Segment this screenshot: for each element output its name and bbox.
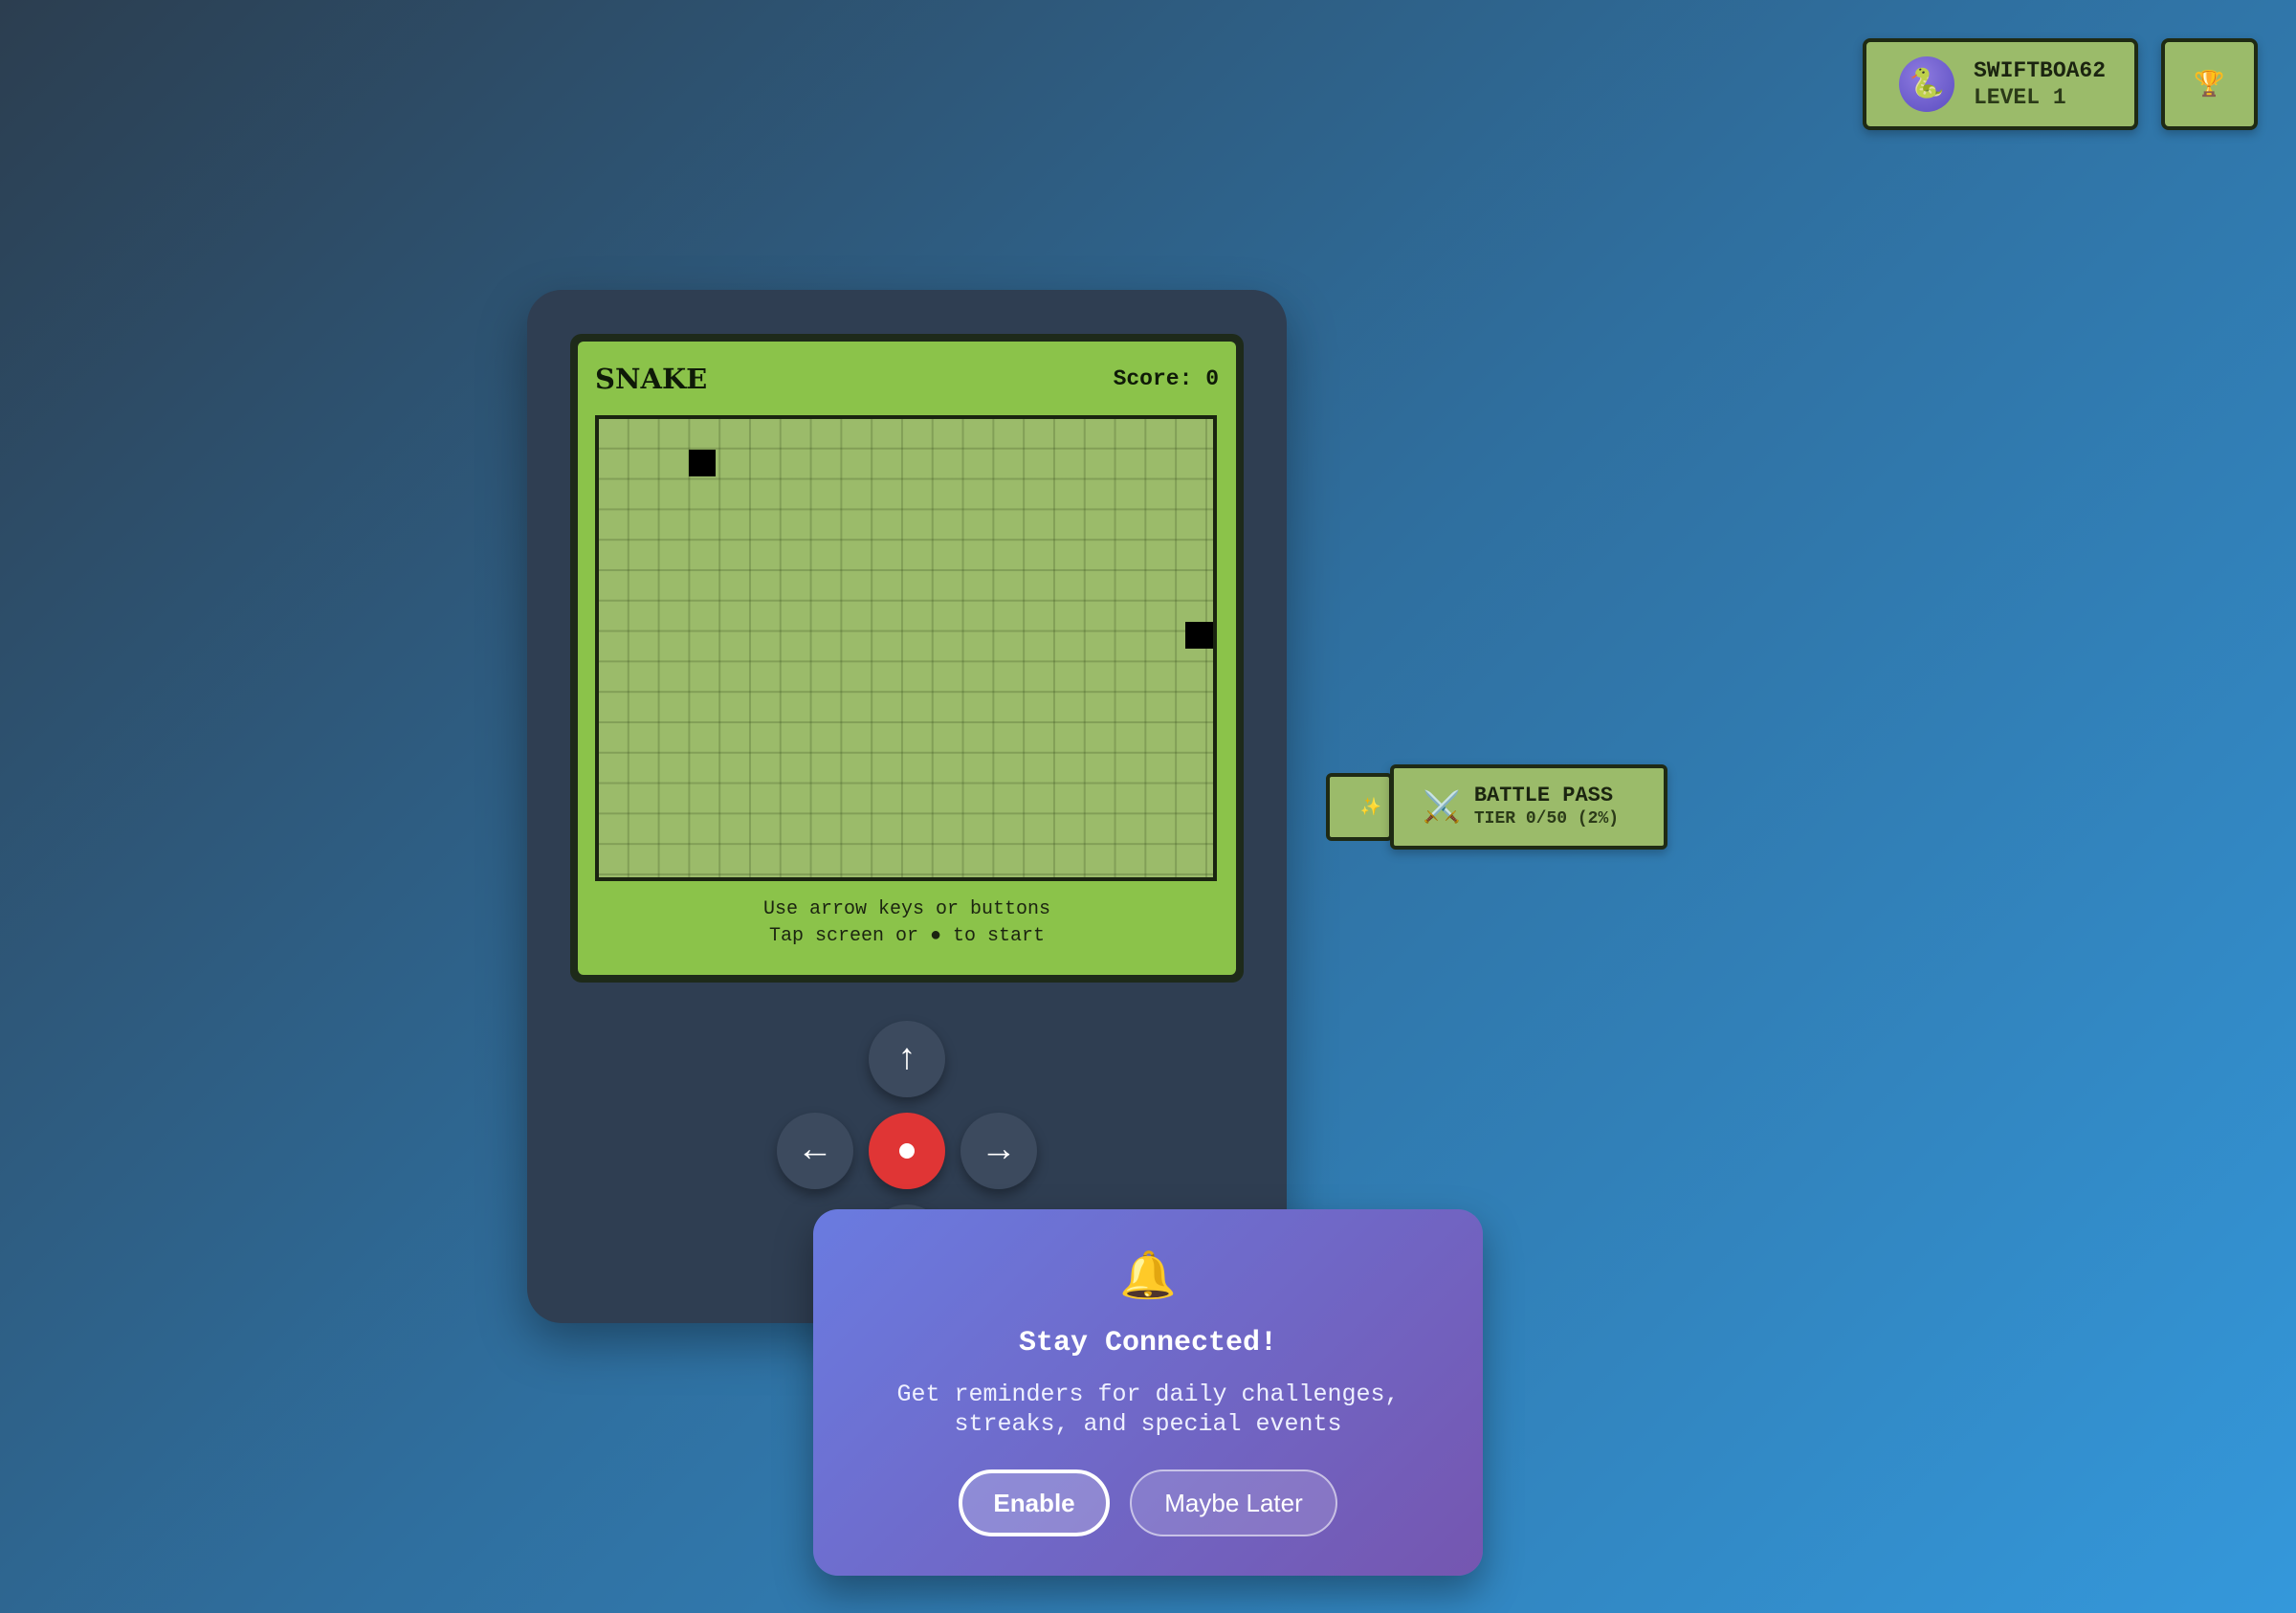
crossed-swords-icon: ⚔️ bbox=[1423, 790, 1461, 827]
bell-icon: 🔔 bbox=[1119, 1253, 1177, 1305]
snake-avatar-icon: 🐍 bbox=[1909, 69, 1945, 102]
avatar: 🐍 bbox=[1899, 56, 1954, 112]
battle-pass-button[interactable]: ⚔️ BATTLE PASS TIER 0/50 (2%) bbox=[1390, 764, 1667, 850]
instructions-line-2: Tap screen or ● to start bbox=[768, 925, 1046, 947]
score-display: Score: 0 bbox=[1113, 366, 1219, 391]
player-level: LEVEL 1 bbox=[1974, 85, 2066, 110]
left-button[interactable]: ← bbox=[777, 1113, 853, 1189]
trophy-icon: 🏆 bbox=[2194, 70, 2225, 99]
dot-icon bbox=[899, 1143, 915, 1159]
profile-card[interactable]: 🐍 SWIFTBOA62 LEVEL 1 bbox=[1863, 38, 2138, 130]
game-console: SNAKE Score: 0 Use arrow keys or buttons… bbox=[527, 290, 1287, 1323]
right-button[interactable]: → bbox=[960, 1113, 1037, 1189]
notification-description: Get reminders for daily challenges, stre… bbox=[851, 1380, 1445, 1439]
start-button[interactable] bbox=[869, 1113, 945, 1189]
battle-pass-tier: TIER 0/50 (2%) bbox=[1473, 808, 1620, 829]
food-pellet bbox=[1185, 621, 1213, 649]
enable-button[interactable]: Enable bbox=[959, 1469, 1110, 1536]
leaderboard-button[interactable]: 🏆 bbox=[2161, 38, 2258, 130]
maybe-later-button[interactable]: Maybe Later bbox=[1130, 1469, 1337, 1536]
screen-frame: SNAKE Score: 0 Use arrow keys or buttons… bbox=[570, 334, 1244, 983]
instructions-line-1: Use arrow keys or buttons bbox=[762, 898, 1051, 920]
description-line-2: streaks, and special events bbox=[954, 1410, 1342, 1438]
game-board[interactable] bbox=[595, 415, 1217, 881]
arrow-right-icon: → bbox=[987, 1130, 1010, 1172]
game-title: SNAKE bbox=[595, 363, 708, 395]
notification-title: Stay Connected! bbox=[1018, 1327, 1278, 1359]
sparkle-tab[interactable]: ✨ bbox=[1326, 773, 1393, 841]
snake-head bbox=[688, 449, 717, 476]
battle-pass-title: BATTLE PASS bbox=[1473, 783, 1614, 807]
description-line-1: Get reminders for daily challenges, bbox=[896, 1381, 1400, 1408]
notification-prompt: 🔔 Stay Connected! Get reminders for dail… bbox=[813, 1209, 1483, 1576]
arrow-left-icon: ← bbox=[804, 1130, 827, 1172]
sparkle-icon: ✨ bbox=[1359, 798, 1381, 818]
arrow-up-icon: ↑ bbox=[895, 1038, 918, 1080]
up-button[interactable]: ↑ bbox=[869, 1021, 945, 1097]
username: SWIFTBOA62 bbox=[1974, 58, 2107, 83]
game-screen[interactable]: SNAKE Score: 0 Use arrow keys or buttons… bbox=[578, 342, 1236, 975]
